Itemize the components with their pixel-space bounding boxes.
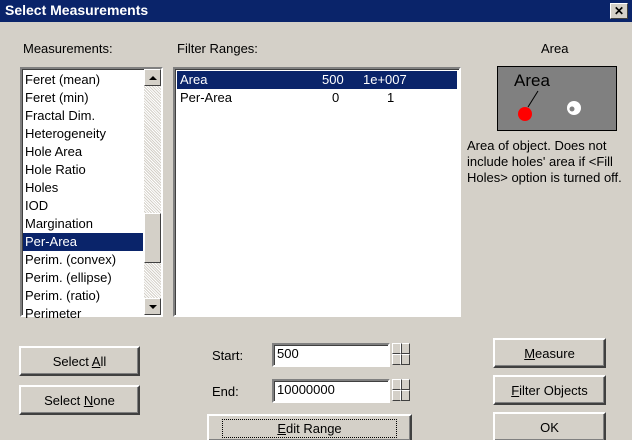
- end-input[interactable]: 10000000: [272, 379, 390, 403]
- start-label: Start:: [212, 348, 244, 363]
- filter-row-min: 0: [332, 90, 340, 105]
- measurement-item[interactable]: Perim. (convex): [23, 251, 143, 269]
- arrow-down-icon: [400, 354, 402, 365]
- filter-row-min: 500: [322, 72, 344, 87]
- end-spinner[interactable]: [392, 379, 410, 401]
- filter-objects-label: Filter Objects: [511, 382, 588, 398]
- measurements-items: Feret (mean) Feret (min) Fractal Dim. Heter…: [23, 71, 143, 323]
- preview-image-label: Area: [514, 71, 550, 90]
- close-icon[interactable]: ✕: [610, 3, 628, 19]
- end-decrement-button[interactable]: [392, 390, 410, 401]
- arrow-down-icon: [148, 304, 157, 309]
- measurement-item[interactable]: Hole Ratio: [23, 161, 143, 179]
- preview-heading: Area: [541, 41, 569, 56]
- measurements-scrollbar[interactable]: [144, 69, 161, 315]
- measurement-item[interactable]: Margination: [23, 215, 143, 233]
- start-spinner[interactable]: [392, 343, 410, 365]
- scroll-up-button[interactable]: [144, 69, 161, 86]
- measure-button[interactable]: Measure: [493, 338, 606, 368]
- arrow-up-icon: [400, 343, 402, 354]
- filter-row-max: 1e+007: [363, 72, 407, 87]
- measurement-item[interactable]: Fractal Dim.: [23, 107, 143, 125]
- arrow-up-icon: [400, 379, 402, 390]
- edit-range-label: Edit Range: [222, 418, 397, 438]
- measurement-item[interactable]: Perim. (ratio): [23, 287, 143, 305]
- title-bar: Select Measurements ✕: [0, 0, 632, 22]
- measure-label: Measure: [524, 345, 575, 361]
- measurements-label: Measurements:: [23, 41, 113, 56]
- filter-row-name: Per-Area: [180, 90, 233, 105]
- measurement-item[interactable]: Per-Area: [23, 233, 143, 251]
- select-none-button[interactable]: Select None: [19, 385, 140, 415]
- select-all-button[interactable]: Select All: [19, 346, 140, 376]
- end-increment-button[interactable]: [392, 379, 410, 390]
- filter-ranges-listbox[interactable]: Area 500 1e+007 Per-Area 0 1: [173, 67, 461, 317]
- measurement-item[interactable]: Feret (mean): [23, 71, 143, 89]
- scroll-down-button[interactable]: [144, 298, 161, 315]
- measurement-item[interactable]: Perimeter: [23, 305, 143, 323]
- filter-row-area[interactable]: Area 500 1e+007: [177, 71, 457, 89]
- measurement-item[interactable]: Heterogeneity: [23, 125, 143, 143]
- arrow-up-icon: [148, 75, 157, 80]
- end-label: End:: [212, 384, 239, 399]
- start-increment-button[interactable]: [392, 343, 410, 354]
- filter-row-per-area[interactable]: Per-Area 0 1: [177, 89, 457, 107]
- measurement-preview-image: Area: [497, 66, 617, 131]
- measurement-item[interactable]: Feret (min): [23, 89, 143, 107]
- scroll-thumb[interactable]: [144, 213, 161, 263]
- ok-button[interactable]: OK: [493, 412, 606, 440]
- edit-range-button[interactable]: Edit Range: [207, 414, 412, 440]
- select-all-label: Select All: [52, 353, 107, 369]
- filter-ranges-label: Filter Ranges:: [177, 41, 258, 56]
- measurements-listbox[interactable]: Feret (mean) Feret (min) Fractal Dim. Heter…: [20, 67, 163, 321]
- measurement-description: Area of object. Does not include holes' …: [467, 138, 622, 185]
- filter-objects-button[interactable]: Filter Objects: [493, 375, 606, 405]
- measurement-item[interactable]: Holes: [23, 179, 143, 197]
- start-input[interactable]: 500: [272, 343, 390, 367]
- filter-row-max: 1: [387, 90, 395, 105]
- start-decrement-button[interactable]: [392, 354, 410, 365]
- measurement-item[interactable]: Hole Area: [23, 143, 143, 161]
- window-title: Select Measurements: [5, 2, 149, 18]
- measurement-item[interactable]: IOD: [23, 197, 143, 215]
- arrow-down-icon: [400, 390, 402, 401]
- filter-row-name: Area: [180, 72, 208, 87]
- object-red-icon: [518, 107, 532, 121]
- measurement-item[interactable]: Perim. (ellipse): [23, 269, 143, 287]
- select-none-label: Select None: [44, 392, 115, 408]
